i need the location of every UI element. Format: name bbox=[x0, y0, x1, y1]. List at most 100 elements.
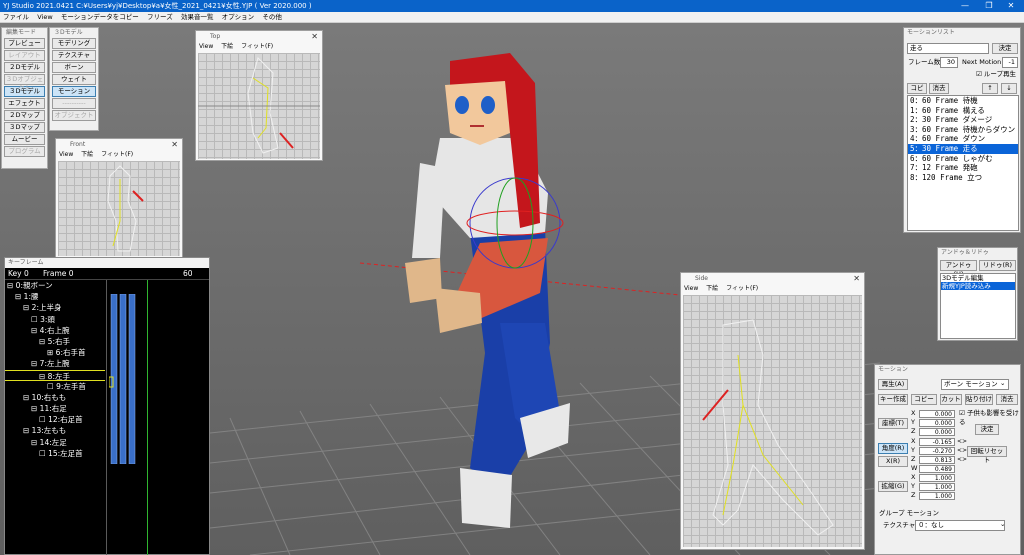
close-icon[interactable]: ✕ bbox=[853, 273, 860, 284]
paste-button[interactable]: 貼り付け bbox=[965, 394, 993, 405]
side-view-menu-fit[interactable]: フィット(F) bbox=[726, 285, 758, 292]
position-z-input[interactable]: 0.000 bbox=[919, 428, 955, 436]
bone-item[interactable]: ⊟ 1:腰 bbox=[5, 291, 105, 302]
frame-count-input[interactable]: 30 bbox=[940, 57, 958, 68]
menu-options[interactable]: オプション bbox=[219, 12, 258, 23]
history-item[interactable]: 3Dモデル編集 bbox=[941, 274, 1015, 282]
top-view-canvas[interactable] bbox=[198, 53, 320, 159]
effect-button[interactable]: エフェクト bbox=[4, 98, 45, 109]
preview-button[interactable]: プレビュー bbox=[4, 38, 45, 49]
side-view-window[interactable]: Side ✕ View 下絵 フィット(F) bbox=[680, 272, 865, 550]
2d-map-button[interactable]: ２Dマップ bbox=[4, 110, 45, 121]
motion-item[interactable]: 8：120 Frame 立つ bbox=[908, 173, 1018, 183]
rotation-y-input[interactable]: -0.270 bbox=[919, 447, 955, 455]
top-view-window[interactable]: Top ✕ View 下絵 フィット(F) bbox=[195, 30, 323, 161]
motion-list[interactable]: 0：60 Frame 待機 1：60 Frame 構える 2：30 Frame … bbox=[907, 95, 1019, 231]
rotation-x-input[interactable]: -0.165 bbox=[919, 438, 955, 446]
delete-button[interactable]: 消去 bbox=[996, 394, 1018, 405]
front-view-canvas[interactable] bbox=[58, 161, 180, 256]
rotate-reset-button[interactable]: 回転リセット bbox=[967, 446, 1007, 464]
bone-item[interactable]: ☐ 3:頭 bbox=[5, 314, 105, 325]
move-down-button[interactable]: ↓ bbox=[1001, 83, 1017, 94]
texture-select[interactable]: ０：なし bbox=[915, 520, 1005, 531]
front-view-menu-underlay[interactable]: 下絵 bbox=[81, 151, 93, 158]
close-icon[interactable]: ✕ bbox=[171, 139, 178, 150]
menu-copy-motion[interactable]: モーションデータをコピー bbox=[58, 12, 142, 23]
motion-name-input[interactable]: 走る bbox=[907, 43, 989, 54]
next-motion-input[interactable]: -1 bbox=[1002, 57, 1018, 68]
menu-freeze[interactable]: フリーズ bbox=[144, 12, 176, 23]
bone-button[interactable]: ボーン bbox=[52, 62, 96, 73]
close-icon[interactable]: ✕ bbox=[311, 31, 318, 42]
key-create-button[interactable]: キー作成 bbox=[878, 394, 908, 405]
chevron-down-icon[interactable]: ⌄ bbox=[1000, 520, 1005, 529]
3d-model-button[interactable]: ３Dモデル bbox=[4, 86, 45, 97]
side-view-menu-underlay[interactable]: 下絵 bbox=[706, 285, 718, 292]
menu-view[interactable]: View bbox=[34, 12, 55, 23]
front-view-titlebar[interactable]: Front ✕ bbox=[56, 139, 182, 150]
2d-model-button[interactable]: ２Dモデル bbox=[4, 62, 45, 73]
bone-item-selected[interactable]: ⊟ 8:左手 bbox=[5, 369, 105, 381]
minimize-icon[interactable]: — bbox=[954, 0, 976, 12]
bone-item[interactable]: ☐ 15:左足首 bbox=[5, 448, 105, 459]
copy-button[interactable]: コピー bbox=[907, 83, 927, 101]
bone-item[interactable]: ⊟ 0:親ボーン bbox=[5, 280, 105, 291]
texture-button[interactable]: テクスチャ bbox=[52, 50, 96, 61]
movie-button[interactable]: ムービー bbox=[4, 134, 45, 145]
rotation-z-input[interactable]: 0.813 bbox=[919, 456, 955, 464]
bone-item[interactable]: ☐ 12:右足首 bbox=[5, 414, 105, 425]
mode-select[interactable]: ボーン モーション bbox=[941, 379, 1009, 390]
bone-tree[interactable]: ⊟ 0:親ボーン ⊟ 1:腰 ⊟ 2:上半身 ☐ 3:頭 ⊟ 4:右上腕 ⊟ 5… bbox=[5, 280, 105, 459]
delete-button[interactable]: 消去 bbox=[929, 83, 949, 94]
motion-item[interactable]: 4：60 Frame ダウン bbox=[908, 134, 1018, 144]
menu-file[interactable]: ファイル bbox=[0, 12, 32, 23]
chevron-down-icon[interactable]: ⌄ bbox=[1000, 379, 1005, 388]
history-list[interactable]: 3Dモデル編集 新規YJP読み込み bbox=[940, 273, 1016, 339]
front-view-window[interactable]: Front ✕ View 下絵 フィット(F) bbox=[55, 138, 183, 258]
position-button[interactable]: 座標(T) bbox=[878, 418, 908, 429]
front-view-menu-view[interactable]: View bbox=[59, 151, 73, 158]
program-button[interactable]: プログラム bbox=[4, 146, 45, 157]
bone-item[interactable]: ⊟ 2:上半身 bbox=[5, 302, 105, 313]
modeling-button[interactable]: モデリング bbox=[52, 38, 96, 49]
x-axis-button[interactable]: X(R) bbox=[878, 456, 908, 467]
bone-item[interactable]: ⊟ 11:右足 bbox=[5, 403, 105, 414]
side-view-canvas[interactable] bbox=[683, 295, 862, 547]
bone-item[interactable]: ⊟ 13:左もも bbox=[5, 425, 105, 436]
top-view-titlebar[interactable]: Top ✕ bbox=[196, 31, 322, 42]
close-icon[interactable]: ✕ bbox=[1000, 0, 1022, 12]
menu-sound-list[interactable]: 効果音一覧 bbox=[178, 12, 217, 23]
move-up-button[interactable]: ↑ bbox=[982, 83, 998, 94]
history-item-selected[interactable]: 新規YJP読み込み bbox=[941, 282, 1015, 290]
rotation-w-input[interactable]: 0.489 bbox=[919, 465, 955, 473]
bone-item[interactable]: ⊟ 5:右手 bbox=[5, 336, 105, 347]
layout-button[interactable]: レイアウト bbox=[4, 50, 45, 61]
motion-item[interactable]: 2：30 Frame ダメージ bbox=[908, 115, 1018, 125]
play-button[interactable]: 再生(A) bbox=[878, 379, 908, 390]
decide-button[interactable]: 決定 bbox=[992, 43, 1018, 54]
scale-button[interactable]: 拡縮(G) bbox=[878, 481, 908, 492]
rotation-step-buttons[interactable]: <> <> <> bbox=[957, 437, 967, 464]
copy-button[interactable]: コピー bbox=[911, 394, 937, 405]
position-y-input[interactable]: 0.000 bbox=[919, 419, 955, 427]
scale-y-input[interactable]: 1.000 bbox=[919, 483, 955, 491]
angle-button[interactable]: 角度(R) bbox=[878, 443, 908, 454]
top-view-menu-underlay[interactable]: 下絵 bbox=[221, 43, 233, 50]
undo-button[interactable]: アンドゥ(U) bbox=[940, 260, 977, 278]
redo-button[interactable]: リドゥ(R) bbox=[979, 260, 1016, 271]
motion-item[interactable]: 0：60 Frame 待機 bbox=[908, 96, 1018, 106]
menu-other[interactable]: その他 bbox=[259, 12, 285, 23]
motion-item[interactable]: 6：60 Frame しゃがむ bbox=[908, 154, 1018, 164]
loop-checkbox[interactable]: ☑ ループ再生 bbox=[976, 70, 1016, 79]
decide-button[interactable]: 決定 bbox=[975, 424, 999, 435]
side-view-menu-view[interactable]: View bbox=[684, 285, 698, 292]
scale-z-input[interactable]: 1.000 bbox=[919, 492, 955, 500]
scale-x-input[interactable]: 1.000 bbox=[919, 474, 955, 482]
front-view-menu-fit[interactable]: フィット(F) bbox=[101, 151, 133, 158]
3d-object-button[interactable]: ３Dオブジェクト bbox=[4, 74, 45, 92]
position-x-input[interactable]: 0.000 bbox=[919, 410, 955, 418]
maximize-icon[interactable]: ❐ bbox=[978, 0, 1000, 12]
weight-button[interactable]: ウェイト bbox=[52, 74, 96, 85]
cut-button[interactable]: カット bbox=[940, 394, 962, 405]
top-view-menu-fit[interactable]: フィット(F) bbox=[241, 43, 273, 50]
